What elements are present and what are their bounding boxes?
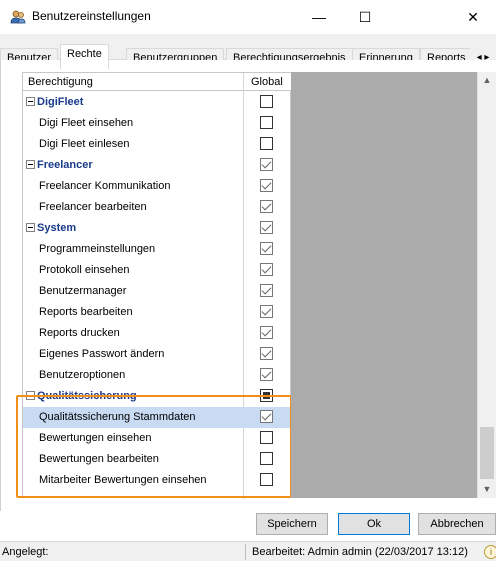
window-title: Benutzereinstellungen [32,9,151,23]
collapse-icon[interactable] [26,391,35,400]
permission-label: Eigenes Passwort ändern [39,348,165,360]
scroll-up-icon[interactable]: ▲ [478,72,496,89]
ok-button[interactable]: Ok [338,513,410,535]
global-checkbox[interactable] [260,116,273,129]
group-label: System [37,222,77,234]
global-checkbox[interactable] [260,95,273,108]
permission-label: Digi Fleet einlesen [39,138,130,150]
permission-row[interactable]: Benutzeroptionen [23,365,292,386]
global-checkbox[interactable] [260,221,273,234]
global-checkbox[interactable] [260,410,273,423]
grid-header: Berechtigung Global [23,73,292,91]
permission-row[interactable]: Reports bearbeiten [23,302,292,323]
global-checkbox[interactable] [260,326,273,339]
permission-row[interactable]: Freelancer bearbeiten [23,197,292,218]
group-label: Qualitätssicherung [37,390,137,402]
tab-rechte[interactable]: Rechte [60,44,109,69]
permission-label: Protokoll einsehen [39,264,130,276]
permission-row[interactable]: Programmeinstellungen [23,239,292,260]
minimize-button[interactable]: — [296,0,342,34]
global-checkbox[interactable] [260,305,273,318]
permission-row[interactable]: Bewertungen bearbeiten [23,449,292,470]
collapse-icon[interactable] [26,223,35,232]
permission-label: Reports drucken [39,327,120,339]
permission-label: Bewertungen einsehen [39,432,152,444]
permission-row[interactable]: Digi Fleet einsehen [23,113,292,134]
permission-label: Freelancer bearbeiten [39,201,147,213]
global-checkbox[interactable] [260,158,273,171]
global-checkbox[interactable] [260,242,273,255]
global-checkbox[interactable] [260,368,273,381]
title-bar: Benutzereinstellungen — ☐ ✕ [0,0,496,34]
permission-row[interactable]: Freelancer Kommunikation [23,176,292,197]
empty-panel [291,72,477,498]
global-checkbox[interactable] [260,179,273,192]
status-bar: Angelegt: Bearbeitet: Admin admin (22/03… [0,541,496,561]
global-checkbox[interactable] [260,389,273,402]
cancel-button[interactable]: Abbrechen [418,513,496,535]
group-row[interactable]: System [23,218,292,239]
global-checkbox[interactable] [260,347,273,360]
permission-label: Freelancer Kommunikation [39,180,171,192]
vertical-scrollbar[interactable]: ▲ ▼ [477,72,496,498]
permission-row[interactable]: Qualitätssicherung Stammdaten [23,407,292,428]
permission-row[interactable]: Protokoll einsehen [23,260,292,281]
collapse-icon[interactable] [26,97,35,106]
permission-row[interactable]: Bewertungen einsehen [23,428,292,449]
global-checkbox[interactable] [260,431,273,444]
info-icon[interactable]: i [484,545,496,559]
collapse-icon[interactable] [26,160,35,169]
scroll-down-icon[interactable]: ▼ [478,481,496,498]
permission-label: Digi Fleet einsehen [39,117,134,129]
group-row[interactable]: DigiFleet [23,92,292,113]
users-icon [10,10,26,24]
group-row[interactable]: Qualitätssicherung [23,386,292,407]
group-label: Freelancer [37,159,93,171]
global-checkbox[interactable] [260,284,273,297]
permission-label: Mitarbeiter Bewertungen einsehen [39,474,207,486]
permission-row[interactable]: Benutzermanager [23,281,292,302]
global-checkbox[interactable] [260,200,273,213]
permission-row[interactable]: Digi Fleet einlesen [23,134,292,155]
tab-strip: Benutzer Rechte Benutzergruppen Berechti… [0,34,496,69]
global-checkbox[interactable] [260,263,273,276]
permission-label: Bewertungen bearbeiten [39,453,159,465]
permission-label: Qualitätssicherung Stammdaten [39,411,196,423]
save-button[interactable]: Speichern [256,513,328,535]
scroll-thumb[interactable] [480,427,494,479]
permission-label: Reports bearbeiten [39,306,133,318]
permission-label: Benutzermanager [39,285,127,297]
column-header-permission[interactable]: Berechtigung [28,76,93,88]
permission-label: Programmeinstellungen [39,243,156,255]
status-separator [245,544,246,560]
close-button[interactable]: ✕ [450,0,496,34]
group-label: DigiFleet [37,96,84,108]
global-checkbox[interactable] [260,452,273,465]
status-edited: Bearbeitet: Admin admin (22/03/2017 13:1… [252,546,468,558]
global-checkbox[interactable] [260,137,273,150]
group-row[interactable]: Freelancer [23,155,292,176]
permission-row[interactable]: Reports drucken [23,323,292,344]
maximize-button[interactable]: ☐ [342,0,388,34]
permissions-grid: Berechtigung Global DigiFleet Digi Fleet … [22,72,292,499]
column-header-global[interactable]: Global [251,76,283,88]
status-created: Angelegt: [2,546,49,558]
global-checkbox[interactable] [260,473,273,486]
permission-row[interactable]: Mitarbeiter Bewertungen einsehen [23,470,292,491]
permission-row[interactable]: Eigenes Passwort ändern [23,344,292,365]
permission-label: Benutzeroptionen [39,369,126,381]
